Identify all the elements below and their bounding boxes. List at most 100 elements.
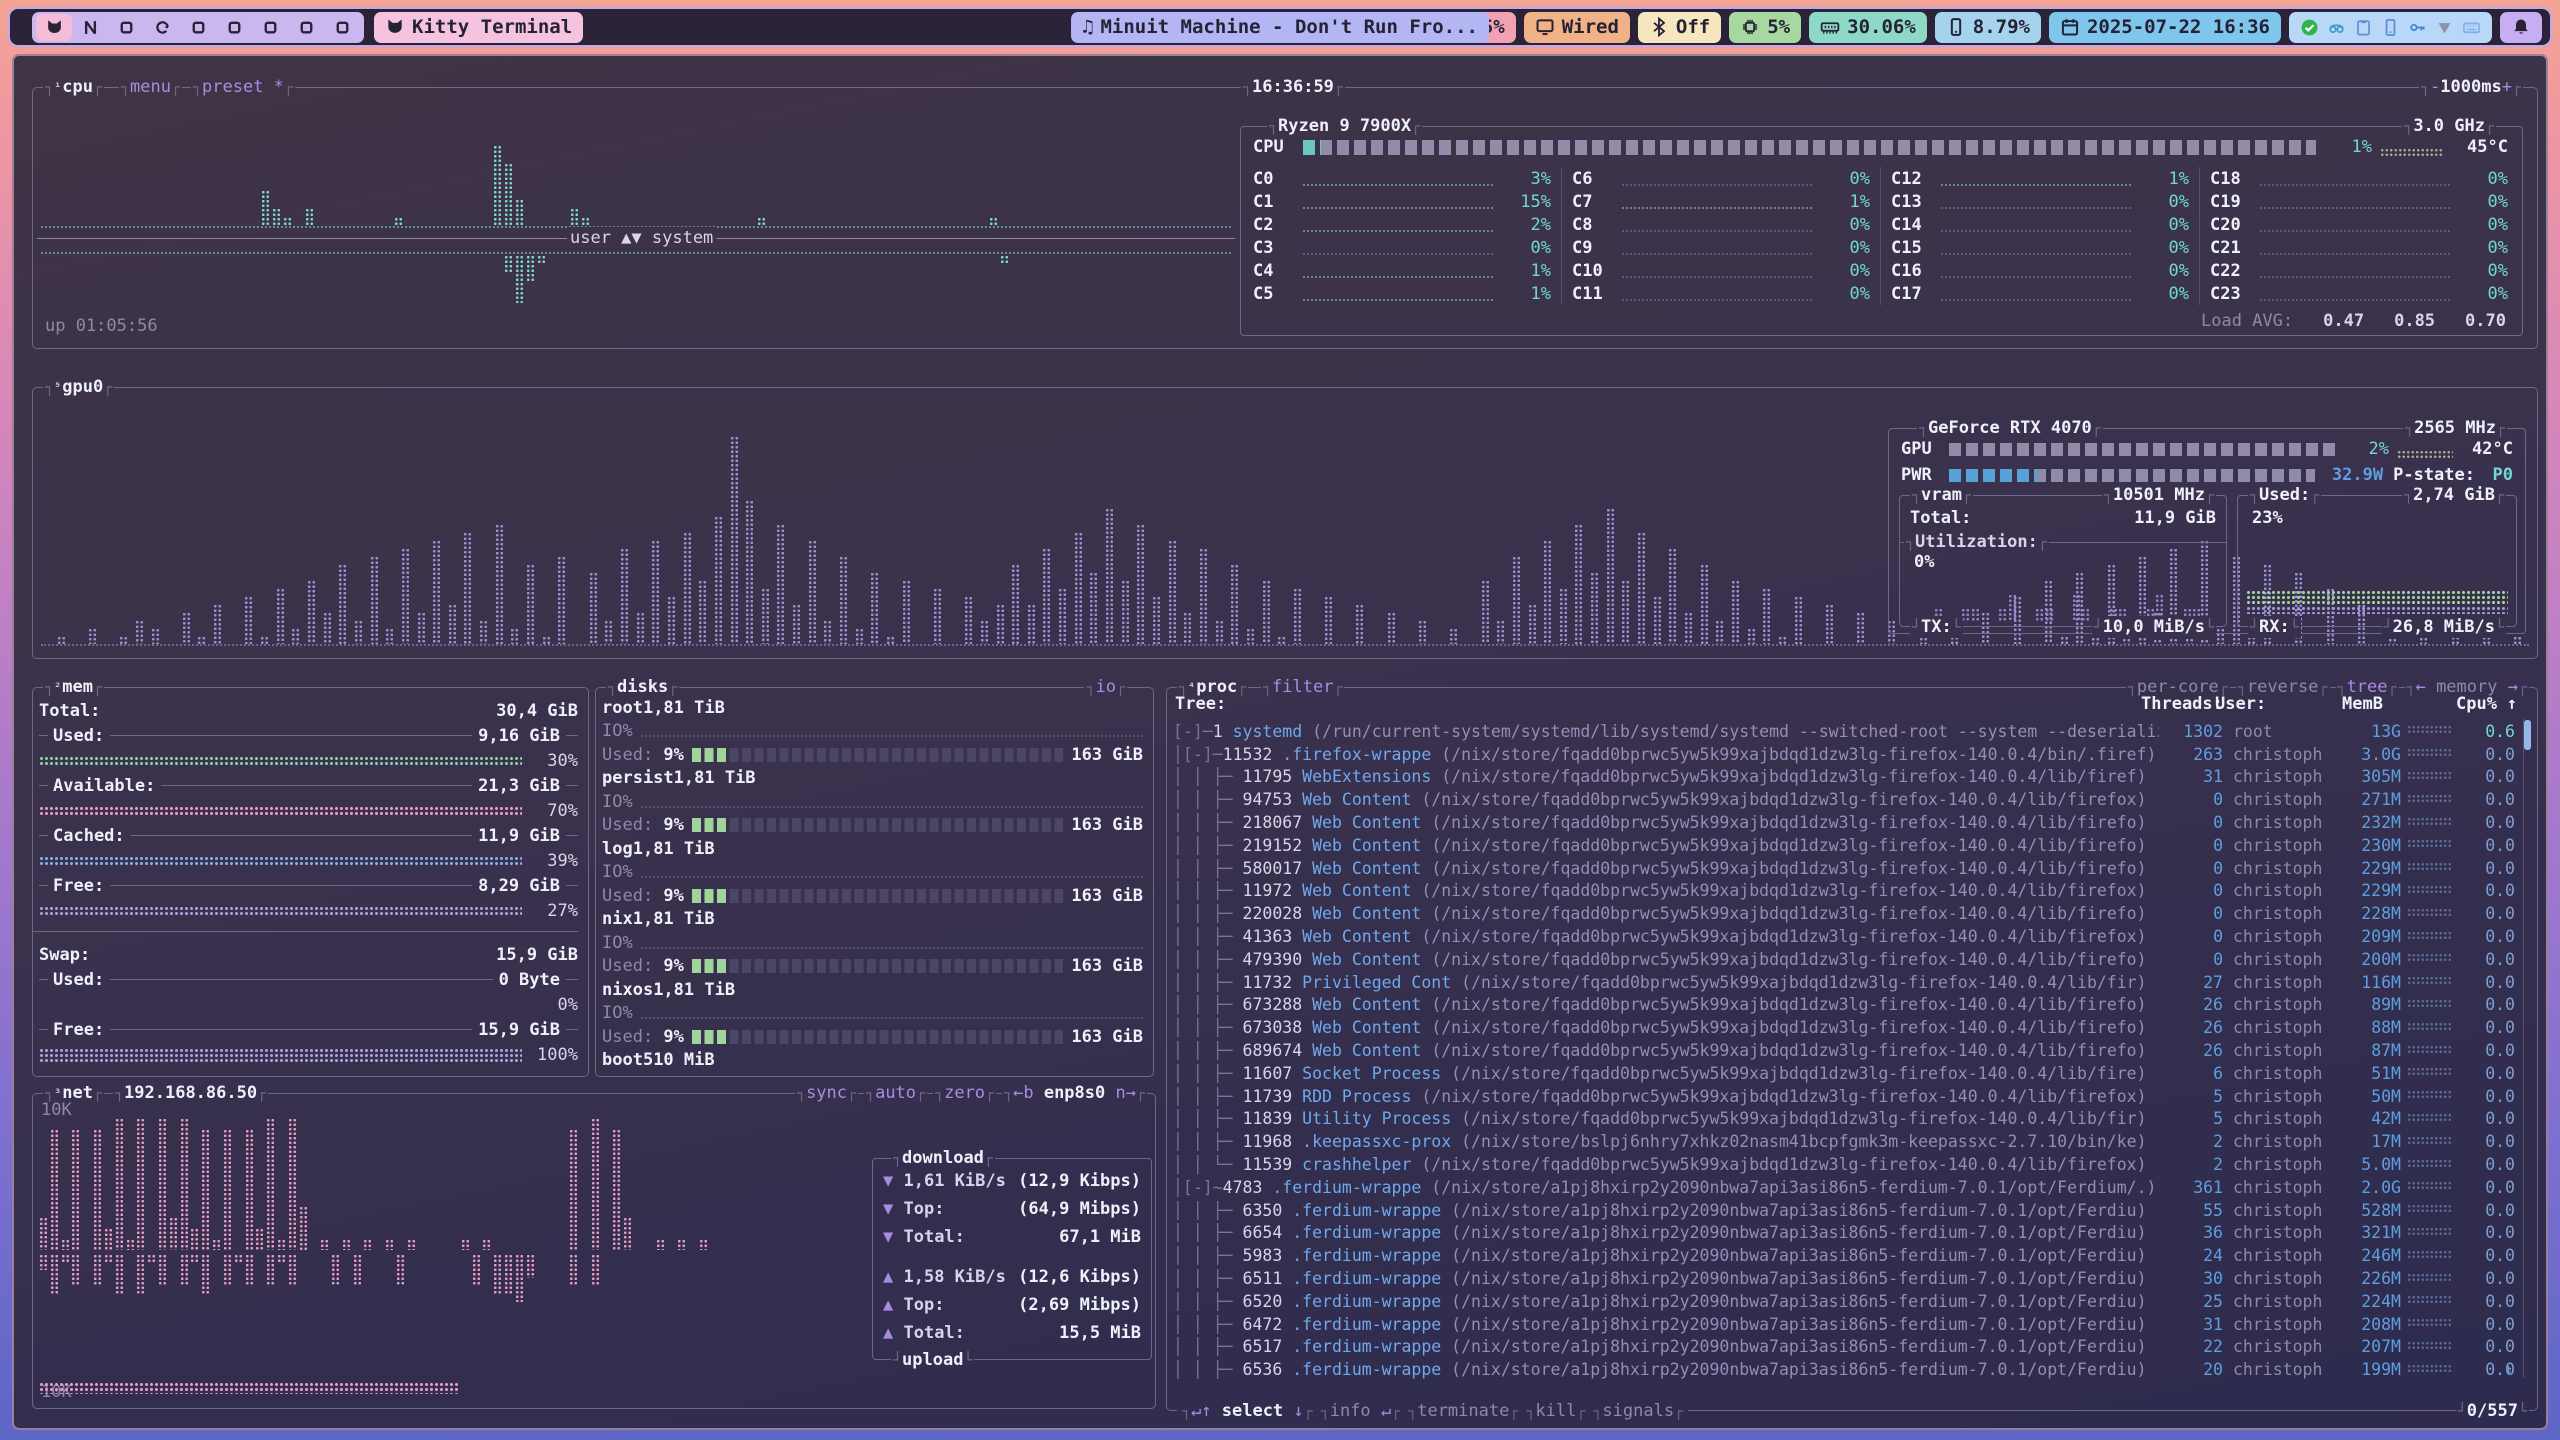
workspace-7[interactable] <box>252 14 288 41</box>
process-user: christoph <box>2223 1018 2335 1037</box>
graph-column <box>677 1239 686 1250</box>
graph-column <box>93 1129 102 1250</box>
preset-button[interactable]: preset * <box>191 76 295 98</box>
process-row[interactable]: │ │ ├─ 673288 Web Content (/nix/store/fq… <box>1173 994 2515 1017</box>
disk-indicator[interactable]: 8.79% <box>1935 12 2041 43</box>
memory-column-header[interactable]: MemB <box>2317 694 2383 714</box>
kill-button[interactable]: kill <box>1524 1400 1587 1422</box>
process-row[interactable]: [-]─1 systemd (/run/current-system/syste… <box>1173 720 2515 743</box>
window-title-chip[interactable]: Kitty Terminal <box>374 12 583 43</box>
graph-column <box>964 596 973 644</box>
process-row[interactable]: │ │ ├─ 6350 .ferdium-wrappe (/nix/store/… <box>1173 1199 2515 1222</box>
iface-next[interactable]: n→ <box>1105 1082 1136 1104</box>
workspace-8[interactable] <box>288 14 324 41</box>
core-graph <box>1303 195 1493 209</box>
process-scrollbar[interactable] <box>2523 718 2531 1378</box>
process-row[interactable]: │ │ ├─ 11795 WebExtensions (/nix/store/f… <box>1173 766 2515 789</box>
process-row[interactable]: │ │ ├─ 673038 Web Content (/nix/store/fq… <box>1173 1016 2515 1039</box>
process-row[interactable]: │ │ ├─ 219152 Web Content (/nix/store/fq… <box>1173 834 2515 857</box>
select-button[interactable]: ↵↑ select ↓ <box>1180 1400 1315 1422</box>
clock-indicator[interactable]: 2025-07-22 16:36 <box>2049 12 2281 43</box>
workspace-4[interactable] <box>144 14 180 41</box>
cpu-column-header[interactable]: Cpu% <box>2441 694 2497 714</box>
process-row[interactable]: │ │ ├─ 6517 .ferdium-wrappe (/nix/store/… <box>1173 1336 2515 1359</box>
process-name: WebExtensions <box>1302 767 1441 786</box>
info-button[interactable]: info ↵ <box>1319 1400 1403 1422</box>
process-row[interactable]: │ │ ├─ 41363 Web Content (/nix/store/fqa… <box>1173 925 2515 948</box>
workspace-9[interactable] <box>324 14 360 41</box>
process-row[interactable]: │ │ ├─ 5983 .ferdium-wrappe (/nix/store/… <box>1173 1244 2515 1267</box>
meter-percent: 39% <box>522 851 578 871</box>
process-cpu: 0.0 <box>2459 1087 2515 1106</box>
network-indicator[interactable]: Wired <box>1524 12 1630 43</box>
notifications-button[interactable] <box>2500 12 2542 43</box>
nvidia-icon[interactable] <box>2435 18 2454 37</box>
threads-column-header[interactable]: Threads: <box>2141 694 2205 714</box>
process-row[interactable]: │ │ ├─ 6472 .ferdium-wrappe (/nix/store/… <box>1173 1313 2515 1336</box>
gpu-panel-title[interactable]: ⁵gpu0 <box>43 376 114 398</box>
clipboard-icon[interactable] <box>2354 18 2373 37</box>
process-row[interactable]: │ │ ├─ 6520 .ferdium-wrappe (/nix/store/… <box>1173 1290 2515 1313</box>
process-row[interactable]: │ │ └─ 11539 crashhelper (/nix/store/fqa… <box>1173 1153 2515 1176</box>
goggles-icon[interactable] <box>2327 18 2346 37</box>
tree-column-header[interactable]: Tree: <box>1175 694 2141 714</box>
process-row[interactable]: │ │ ├─ 580017 Web Content (/nix/store/fq… <box>1173 857 2515 880</box>
process-user: root <box>2223 722 2335 741</box>
process-row[interactable]: │ │ ├─ 11839 Utility Process (/nix/store… <box>1173 1108 2515 1131</box>
process-row[interactable]: │ │ ├─ 6511 .ferdium-wrappe (/nix/store/… <box>1173 1267 2515 1290</box>
process-mem-graph <box>2401 908 2459 920</box>
graph-column <box>182 612 191 644</box>
user-column-header[interactable]: User: <box>2205 694 2317 714</box>
process-row[interactable]: │ │ ├─ 6654 .ferdium-wrappe (/nix/store/… <box>1173 1222 2515 1245</box>
iface-prev[interactable]: ←b <box>1013 1082 1044 1104</box>
process-row[interactable]: │ │ ├─ 6536 .ferdium-wrappe (/nix/store/… <box>1173 1358 2515 1380</box>
process-row[interactable]: │ │ ├─ 11732 Privileged Cont (/nix/store… <box>1173 971 2515 994</box>
key-icon[interactable] <box>2408 18 2427 37</box>
cpu-panel-title[interactable]: ¹cpu <box>43 76 104 98</box>
process-row[interactable]: │ │ ├─ 11739 RDD Process (/nix/store/fqa… <box>1173 1085 2515 1108</box>
stat-value: 21,3 GiB <box>478 776 560 796</box>
music-widget[interactable]: ♫ Minuit Machine - Don't Run Fro... <box>1071 12 1489 43</box>
sort-direction-icon[interactable]: ↑ <box>2497 694 2517 714</box>
interface-selector[interactable]: ←b enp8s0 n→ <box>1002 1082 1147 1104</box>
process-row[interactable]: │ │ ├─ 479390 Web Content (/nix/store/fq… <box>1173 948 2515 971</box>
check-icon[interactable] <box>2300 18 2319 37</box>
workspace-1[interactable] <box>36 14 72 41</box>
graph-column <box>407 1239 416 1250</box>
auto-toggle[interactable]: auto <box>864 1082 927 1104</box>
process-row[interactable]: │ │ ├─ 11968 .keepassxc-prox (/nix/store… <box>1173 1130 2515 1153</box>
workspace-6[interactable] <box>216 14 252 41</box>
signals-button[interactable]: signals <box>1591 1400 1685 1422</box>
process-row[interactable]: │ │ ├─ 220028 Web Content (/nix/store/fq… <box>1173 902 2515 925</box>
cpu-indicator[interactable]: 5% <box>1729 12 1801 43</box>
process-row[interactable]: │ │ ├─ 689674 Web Content (/nix/store/fq… <box>1173 1039 2515 1062</box>
memory-indicator[interactable]: 30.06% <box>1809 12 1927 43</box>
terminate-button[interactable]: terminate <box>1406 1400 1520 1422</box>
process-row[interactable]: │ │ ├─ 218067 Web Content (/nix/store/fq… <box>1173 811 2515 834</box>
workspace-3[interactable] <box>108 14 144 41</box>
core-label: C1 <box>1253 192 1301 212</box>
system-tray[interactable] <box>2289 12 2492 43</box>
process-row[interactable]: │ │ ├─ 94753 Web Content (/nix/store/fqa… <box>1173 788 2515 811</box>
update-interval-control[interactable]: -1000ms+ <box>2419 76 2523 98</box>
process-name: systemd <box>1233 722 1312 741</box>
memory-panel-title[interactable]: ²mem <box>43 676 104 698</box>
menu-button[interactable]: menu <box>119 76 182 98</box>
workspace-5[interactable] <box>180 14 216 41</box>
graph-column <box>39 1217 48 1250</box>
process-row[interactable]: │[-]─11532 .firefox-wrappe (/nix/store/f… <box>1173 743 2515 766</box>
disks-panel-title[interactable]: disks <box>606 676 679 698</box>
phone-icon[interactable] <box>2381 18 2400 37</box>
process-row[interactable]: │ │ ├─ 11607 Socket Process (/nix/store/… <box>1173 1062 2515 1085</box>
action-label: terminate <box>1417 1400 1509 1422</box>
tree-prefix: │ │ ├─ <box>1173 1041 1243 1060</box>
disks-io-toggle[interactable]: io <box>1084 676 1127 698</box>
process-list[interactable]: [-]─1 systemd (/run/current-system/syste… <box>1173 720 2515 1380</box>
process-row[interactable]: │[-]~4783 .ferdium-wrappe (/nix/store/a1… <box>1173 1176 2515 1199</box>
workspace-2[interactable] <box>72 14 108 41</box>
process-row[interactable]: │ │ ├─ 11972 Web Content (/nix/store/fqa… <box>1173 880 2515 903</box>
bluetooth-indicator[interactable]: Off <box>1638 12 1721 43</box>
keyboard-icon[interactable] <box>2462 18 2481 37</box>
mem-stat-Used: Used:0 Byte <box>39 967 578 992</box>
zero-toggle[interactable]: zero <box>933 1082 996 1104</box>
